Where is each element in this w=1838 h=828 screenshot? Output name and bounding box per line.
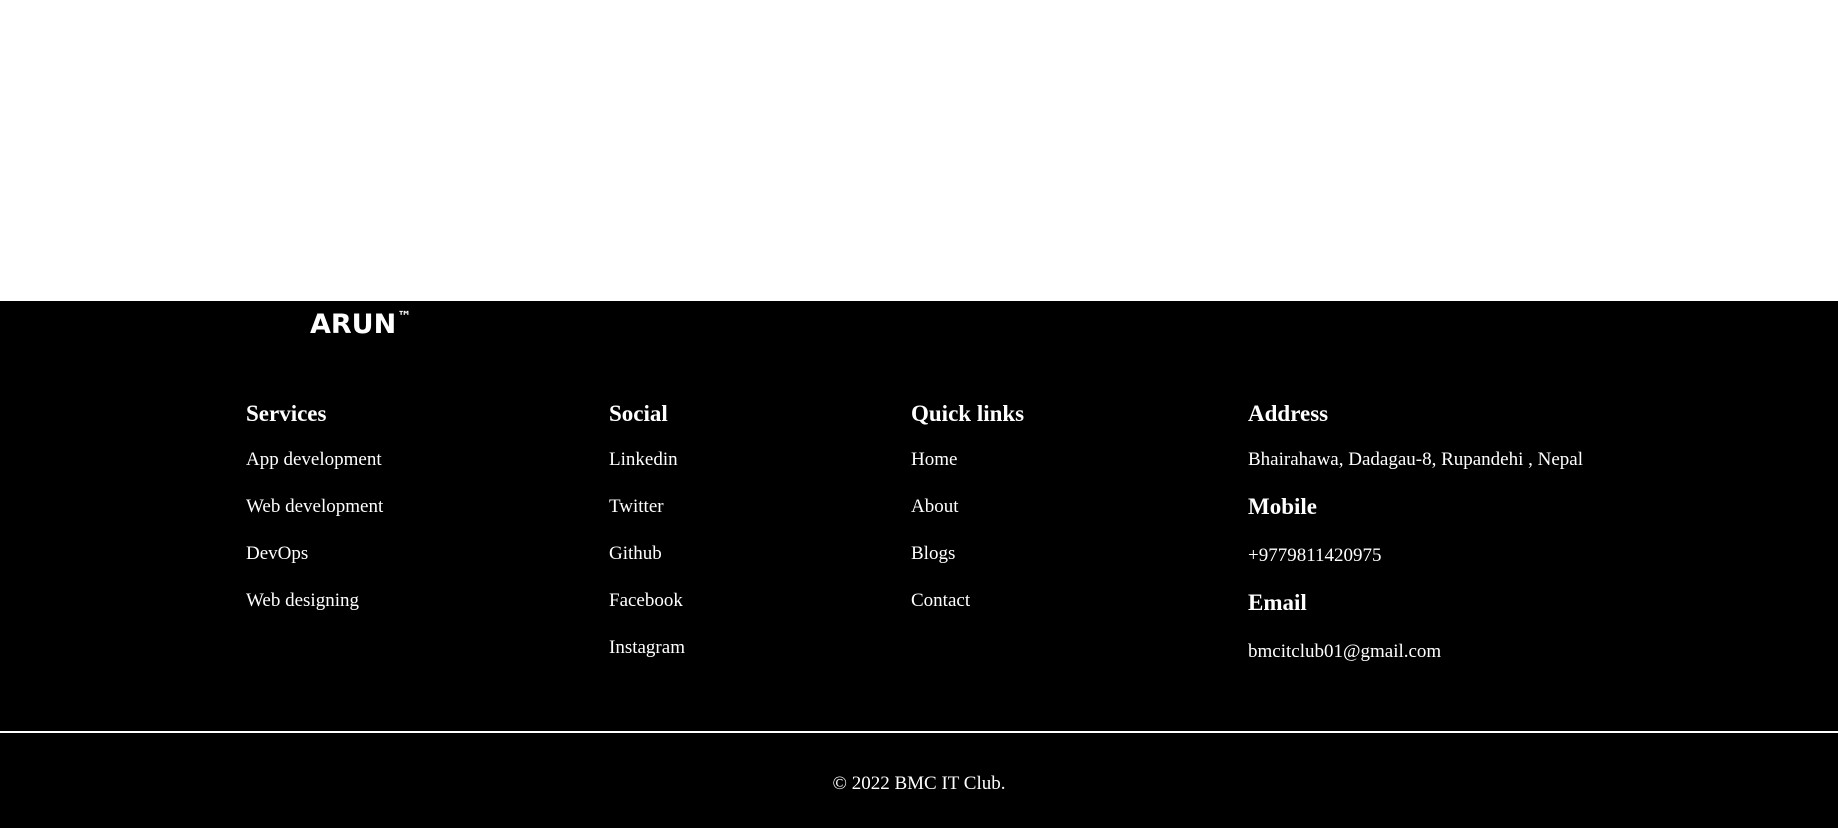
page-content-area — [0, 0, 1838, 301]
services-link-devops[interactable]: DevOps — [246, 542, 383, 566]
address-heading: Address — [1248, 401, 1329, 426]
social-link-github[interactable]: Github — [609, 542, 685, 566]
email-heading: Email — [1248, 590, 1307, 615]
brand-name: ARUN — [310, 309, 397, 340]
quick-links-heading: Quick links — [911, 401, 1025, 426]
social-link-instagram[interactable]: Instagram — [609, 636, 685, 660]
copyright-text: © 2022 BMC IT Club. — [832, 773, 1006, 794]
contact-column: Address Bhairahawa, Dadagau-8, Rupandehi… — [1248, 400, 1583, 664]
address-text: Bhairahawa, Dadagau-8, Rupandehi , Nepal — [1248, 449, 1584, 470]
email-address[interactable]: bmcitclub01@gmail.com — [1248, 640, 1583, 664]
quick-link-blogs[interactable]: Blogs — [911, 542, 1024, 566]
brand-logo[interactable]: ARUN™ — [310, 309, 412, 340]
services-list: App development Web development DevOps W… — [246, 448, 383, 613]
services-link-app-development[interactable]: App development — [246, 448, 383, 472]
quick-link-contact[interactable]: Contact — [911, 589, 1024, 613]
services-link-web-development[interactable]: Web development — [246, 495, 383, 519]
social-link-linkedin[interactable]: Linkedin — [609, 448, 685, 472]
quick-links-column: Quick links Home About Blogs Contact — [911, 400, 1024, 613]
quick-link-about[interactable]: About — [911, 495, 1024, 519]
social-link-twitter[interactable]: Twitter — [609, 495, 685, 519]
quick-link-home[interactable]: Home — [911, 448, 1024, 472]
services-heading: Services — [246, 401, 327, 426]
social-list: Linkedin Twitter Github Facebook Instagr… — [609, 448, 685, 660]
services-column: Services App development Web development… — [246, 400, 383, 613]
site-footer: ARUN™ Services App development Web devel… — [0, 301, 1838, 828]
quick-links-list: Home About Blogs Contact — [911, 448, 1024, 613]
mobile-heading: Mobile — [1248, 494, 1317, 519]
social-column: Social Linkedin Twitter Github Facebook … — [609, 400, 685, 660]
social-heading: Social — [609, 401, 668, 426]
trademark-symbol: ™ — [397, 309, 412, 325]
services-link-web-designing[interactable]: Web designing — [246, 589, 383, 613]
mobile-number[interactable]: +9779811420975 — [1248, 544, 1583, 568]
footer-divider — [0, 731, 1838, 733]
social-link-facebook[interactable]: Facebook — [609, 589, 685, 613]
